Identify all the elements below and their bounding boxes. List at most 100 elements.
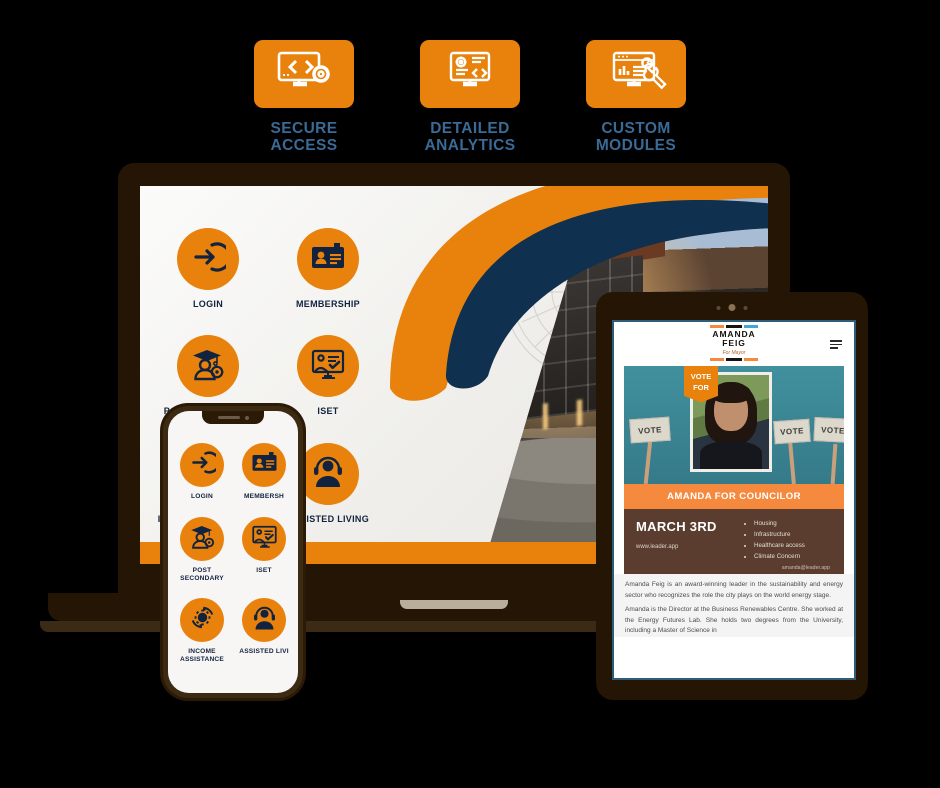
laptop-app-row: LOGIN MEMBERSHIP	[160, 228, 390, 309]
phone-app-post-secondary[interactable]: POST SECONDARY	[175, 516, 229, 583]
poster-info-left: MARCH 3RD www.leader.app	[636, 519, 736, 562]
app-membership-label: MEMBERSHIP	[295, 299, 360, 309]
phone-app-iset[interactable]: ISET	[237, 516, 291, 583]
phone-camera	[244, 415, 249, 420]
phone-app-income-assistance[interactable]: INCOME ASSISTANCE	[175, 598, 229, 664]
phone-membership-button[interactable]	[242, 443, 286, 487]
detailed-analytics-tile[interactable]	[420, 40, 520, 108]
body-paragraph: Amanda Feig is an award-winning leader i…	[625, 581, 843, 599]
phone-post-secondary-button[interactable]	[180, 516, 224, 561]
tablet-sensor-dot	[743, 305, 748, 310]
tablet-camera-dot	[728, 304, 736, 311]
vote-for-badge: VOTE FOR	[684, 366, 718, 403]
post-secondary-button[interactable]	[177, 335, 239, 398]
phone-app-login[interactable]: LOGIN	[175, 443, 229, 501]
brand-bar-orange	[710, 325, 724, 329]
secure-access-label: SECURE ACCESS	[270, 120, 338, 155]
tablet-device: AMANDA FEIG For Mayor VOTE VOTE VOTE VOT…	[596, 292, 868, 700]
brand-logo[interactable]: AMANDA FEIG For Mayor	[710, 325, 758, 362]
phone-app-iset-label: ISET	[256, 566, 272, 574]
vote-for-line1: VOTE	[690, 372, 712, 381]
login-arrow-icon	[190, 239, 232, 280]
monitor-code-gear-icon	[273, 49, 335, 100]
candidate-torso	[700, 441, 762, 469]
feature-secure-access[interactable]: SECURE ACCESS	[249, 40, 359, 155]
iset-button[interactable]	[297, 335, 359, 398]
brand-bar-blue	[744, 325, 758, 329]
poster-email[interactable]: amanda@leader.app	[782, 565, 830, 571]
id-card-icon	[251, 449, 278, 481]
brand-tagline: For Mayor	[722, 349, 746, 356]
id-card-icon	[310, 239, 346, 280]
phone-login-button[interactable]	[180, 443, 224, 487]
secure-access-tile[interactable]	[254, 40, 354, 108]
phone-app-row: INCOME ASSISTANCE ASSISTED LIVI	[175, 598, 291, 664]
app-iset-label: ISET	[317, 406, 339, 417]
phone-assisted-living-button[interactable]	[242, 598, 286, 643]
brand-bar-dark	[726, 325, 742, 329]
headset-person-icon	[251, 604, 278, 636]
gear-refresh-icon	[189, 604, 216, 636]
brand-bar-orange	[710, 357, 724, 361]
phone-screen: LOGIN MEMBERSH POST SECONDARY ISET INCOM…	[168, 411, 298, 693]
issue-item: Healthcare access	[754, 541, 832, 552]
phone-app-membership[interactable]: MEMBERSH	[237, 443, 291, 501]
phone-app-post-secondary-label: POST SECONDARY	[180, 566, 224, 582]
phone-app-row: LOGIN MEMBERSH	[175, 443, 291, 501]
poster-info-block: MARCH 3RD www.leader.app Housing Infrast…	[624, 509, 844, 575]
brand-name-line2: FEIG	[722, 338, 746, 349]
headset-person-icon	[310, 453, 346, 494]
tablet-screen: AMANDA FEIG For Mayor VOTE VOTE VOTE VOT…	[612, 320, 856, 680]
detailed-analytics-label: DETAILED ANALYTICS	[424, 120, 516, 155]
app-membership[interactable]: MEMBERSHIP	[280, 228, 376, 309]
issue-item: Housing	[754, 519, 832, 530]
membership-button[interactable]	[297, 228, 359, 290]
issue-item: Infrastructure	[754, 530, 832, 541]
phone-income-assistance-button[interactable]	[180, 598, 224, 643]
graduate-gear-icon	[189, 523, 216, 555]
hamburger-line	[830, 347, 838, 349]
hamburger-menu-icon[interactable]	[830, 340, 842, 349]
vote-for-line2: FOR	[693, 383, 709, 393]
tablet-body-text: Amanda Feig is an award-winning leader i…	[614, 574, 854, 637]
monitor-gear-code-icon	[439, 49, 501, 100]
issue-item: Climate Concern	[754, 552, 832, 563]
poster-date: MARCH 3RD	[636, 519, 717, 534]
app-login-label: LOGIN	[193, 299, 223, 309]
phone-app-row: POST SECONDARY ISET	[175, 516, 291, 583]
feature-detailed-analytics[interactable]: DETAILED ANALYTICS	[415, 40, 525, 155]
phone-app-grid: LOGIN MEMBERSH POST SECONDARY ISET INCOM…	[175, 443, 291, 680]
assisted-living-button[interactable]	[297, 442, 359, 505]
phone-notch	[202, 411, 264, 424]
custom-modules-tile[interactable]	[586, 40, 686, 108]
tablet-camera-cluster	[716, 304, 748, 311]
vote-sign: VOTE	[813, 417, 844, 443]
vote-sign: VOTE	[773, 418, 811, 445]
poster-issues-list: Housing Infrastructure Healthcare access…	[744, 519, 832, 562]
custom-modules-label: CUSTOM MODULES	[595, 120, 677, 155]
brand-bar-dark	[726, 357, 742, 361]
phone-app-assisted-living-label: ASSISTED LIVI	[239, 648, 289, 656]
phone-app-membership-label: MEMBERSH	[243, 493, 285, 500]
training-board-icon	[251, 523, 278, 555]
vote-sign: VOTE	[629, 416, 671, 444]
tablet-site-header: AMANDA FEIG For Mayor	[614, 322, 854, 366]
tablet-sensor-dot	[716, 305, 721, 310]
app-login[interactable]: LOGIN	[160, 228, 256, 309]
phone-iset-button[interactable]	[242, 516, 286, 561]
hamburger-line	[830, 343, 842, 346]
phone-app-login-label: LOGIN	[191, 493, 213, 500]
poster-website[interactable]: www.leader.app	[636, 544, 736, 550]
hamburger-line	[830, 340, 842, 342]
phone-app-assisted-living[interactable]: ASSISTED LIVI	[237, 598, 291, 664]
phone-device: LOGIN MEMBERSH POST SECONDARY ISET INCOM…	[160, 403, 306, 701]
feature-custom-modules[interactable]: CUSTOM MODULES	[581, 40, 691, 155]
login-button[interactable]	[177, 228, 239, 290]
body-paragraph: Amanda is the Director at the Business R…	[625, 606, 843, 635]
graduate-gear-icon	[190, 346, 226, 387]
brand-top-bars	[710, 325, 758, 329]
training-board-icon	[310, 346, 346, 387]
brand-bar-orange	[744, 357, 758, 361]
laptop-trackpad-notch	[400, 600, 508, 609]
feature-badges: SECURE ACCESS DETAILED ANALYTICS CUSTOM …	[0, 40, 940, 155]
